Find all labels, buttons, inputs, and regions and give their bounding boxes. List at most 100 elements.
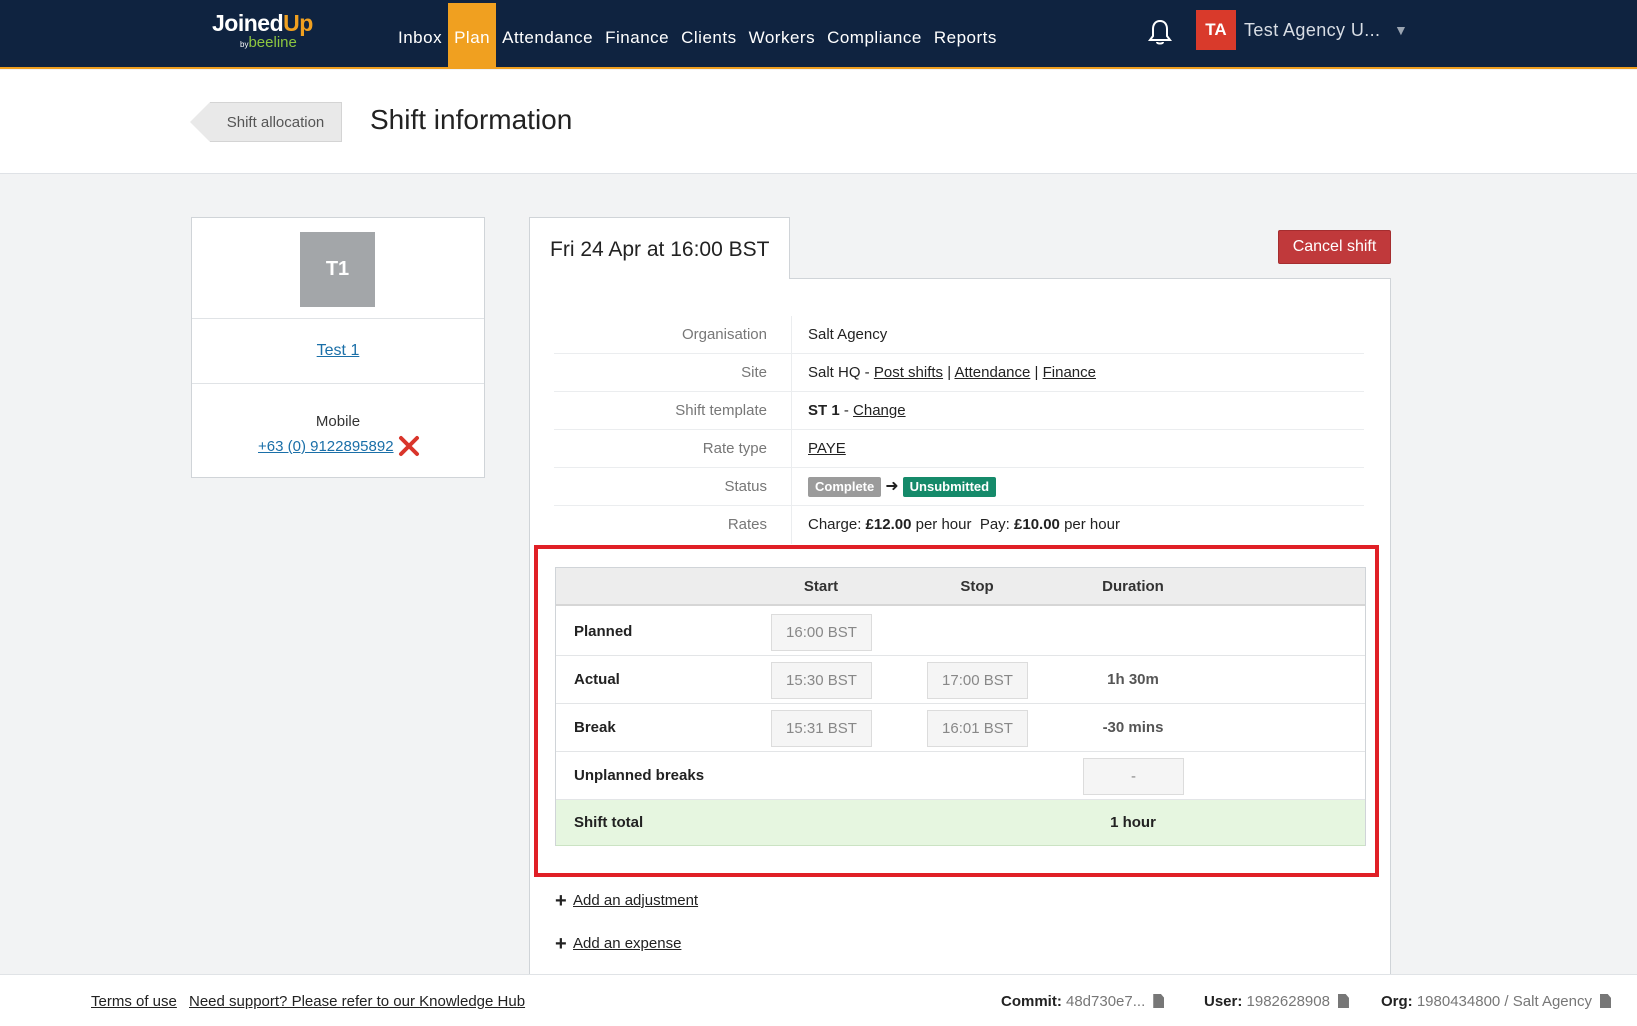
actual-start-input[interactable]: 15:30 BST [771, 662, 872, 699]
add-expense-link[interactable]: + Add an expense [555, 933, 681, 956]
breadcrumb-back[interactable]: Shift allocation [190, 102, 342, 142]
pay-label: Pay: [979, 516, 1015, 533]
status-label: Status [554, 468, 792, 506]
chevron-down-icon[interactable]: ▼ [1394, 22, 1408, 38]
page-footer: Terms of use Need support? Please refer … [0, 974, 1637, 1026]
site-name: Salt HQ - [808, 364, 874, 381]
nav-compliance[interactable]: Compliance [821, 3, 928, 69]
post-shifts-link[interactable]: Post shifts [874, 364, 943, 381]
commit-value: 48d730e7... [1066, 993, 1146, 1010]
break-label: Break [574, 719, 616, 736]
header-duration: Duration [1102, 578, 1164, 595]
break-stop-input[interactable]: 16:01 BST [927, 710, 1028, 747]
logo-up: Up [283, 10, 313, 36]
copy-document-icon[interactable] [1600, 994, 1611, 1008]
info-row-template: Shift template ST 1 - Change [554, 392, 1364, 430]
charge-label: Charge: [808, 516, 866, 533]
org-label: Org: [1381, 993, 1413, 1010]
nav-inbox[interactable]: Inbox [392, 3, 448, 69]
org-value: 1980434800 / Salt Agency [1416, 993, 1592, 1010]
user-label: User: [1204, 993, 1243, 1010]
nav-finance[interactable]: Finance [599, 3, 675, 69]
info-row-status: Status Complete ➜ Unsubmitted [554, 468, 1364, 506]
charge-unit: per hour [911, 516, 972, 533]
shift-date-title: Fri 24 Apr at 16:00 BST [550, 238, 770, 261]
actual-duration: 1h 30m [1107, 671, 1159, 688]
nav-attendance[interactable]: Attendance [496, 3, 599, 69]
divider [192, 383, 484, 384]
logo-beeline: beeline [248, 34, 297, 51]
plus-icon: + [555, 933, 567, 955]
times-table-header: Start Stop Duration [556, 568, 1365, 606]
breadcrumb-arrow-icon [190, 102, 210, 142]
add-adjustment-label[interactable]: Add an adjustment [573, 892, 698, 909]
finance-link[interactable]: Finance [1043, 364, 1096, 381]
nav-clients[interactable]: Clients [675, 3, 742, 69]
rate-type-label: Rate type [554, 430, 792, 468]
rates-label: Rates [554, 506, 792, 544]
cancel-shift-button[interactable]: Cancel shift [1278, 230, 1391, 264]
knowledge-hub-link[interactable]: Need support? Please refer to our Knowle… [189, 993, 525, 1010]
page-title: Shift information [370, 104, 573, 135]
break-duration: -30 mins [1102, 719, 1164, 736]
logo-wordmark: JoinedUp [212, 10, 332, 37]
arrow-right-icon: ➜ [885, 478, 899, 496]
change-template-link[interactable]: Change [853, 402, 906, 419]
joinedup-logo[interactable]: JoinedUp bybeeline [212, 10, 332, 54]
status-badge-unsubmitted: Unsubmitted [902, 477, 997, 498]
row-shift-total: Shift total 1 hour [556, 800, 1365, 846]
site-label: Site [554, 354, 792, 392]
rate-type-value: PAYE [808, 430, 846, 468]
user-info: User: 1982628908 [1204, 993, 1349, 1010]
logo-joined: Joined [212, 10, 284, 36]
user-avatar[interactable]: TA [1196, 10, 1236, 50]
worker-card: T1 Test 1 Mobile +63 (0) 9122895892 [191, 217, 485, 478]
shift-total-value: 1 hour [1110, 814, 1156, 831]
org-info: Org: 1980434800 / Salt Agency [1381, 993, 1611, 1010]
commit-label: Commit: [1001, 993, 1062, 1010]
user-value: 1982628908 [1246, 993, 1330, 1010]
copy-document-icon[interactable] [1153, 994, 1165, 1008]
worker-phone-link[interactable]: +63 (0) 9122895892 [258, 438, 394, 455]
planned-start-input[interactable]: 16:00 BST [771, 614, 872, 651]
template-value: ST 1 - Change [808, 392, 906, 430]
separator: | [943, 364, 955, 381]
divider [192, 318, 484, 319]
worker-name-link[interactable]: Test 1 [192, 342, 484, 360]
notification-bell-icon[interactable] [1148, 18, 1172, 46]
add-expense-label[interactable]: Add an expense [573, 935, 681, 952]
row-planned: Planned 16:00 BST [556, 608, 1365, 656]
user-menu-name[interactable]: Test Agency U... [1244, 20, 1380, 41]
rates-value: Charge: £12.00 per hour Pay: £10.00 per … [808, 506, 1120, 544]
unplanned-breaks-input[interactable]: - [1083, 758, 1184, 795]
pay-unit: per hour [1059, 516, 1120, 533]
main-menu: Inbox Plan Attendance Finance Clients Wo… [392, 3, 1003, 69]
actual-stop-input[interactable]: 17:00 BST [927, 662, 1028, 699]
nav-reports[interactable]: Reports [928, 3, 1003, 69]
header-stop: Stop [960, 578, 994, 595]
header-start: Start [803, 578, 839, 595]
shift-total-label: Shift total [574, 814, 644, 831]
top-navigation: JoinedUp bybeeline Inbox Plan Attendance… [0, 0, 1637, 69]
break-start-input[interactable]: 15:31 BST [771, 710, 872, 747]
nav-workers[interactable]: Workers [743, 3, 821, 69]
breadcrumb-label[interactable]: Shift allocation [210, 102, 342, 142]
unplanned-breaks-label: Unplanned breaks [574, 767, 705, 784]
rate-type-link[interactable]: PAYE [808, 440, 846, 457]
page-header: Shift allocation Shift information [0, 70, 1637, 174]
plus-icon: + [555, 890, 567, 912]
template-label: Shift template [554, 392, 792, 430]
copy-document-icon[interactable] [1337, 994, 1349, 1008]
shift-date-tab[interactable]: Fri 24 Apr at 16:00 BST [529, 217, 790, 279]
info-row-rates: Rates Charge: £12.00 per hour Pay: £10.0… [554, 506, 1364, 544]
organisation-value: Salt Agency [808, 326, 888, 343]
row-actual: Actual 15:30 BST 17:00 BST 1h 30m [556, 656, 1365, 704]
commit-info: Commit: 48d730e7... [1001, 993, 1165, 1010]
nav-plan[interactable]: Plan [448, 3, 497, 69]
add-adjustment-link[interactable]: + Add an adjustment [555, 890, 698, 913]
mobile-label: Mobile [315, 413, 361, 430]
attendance-link[interactable]: Attendance [954, 364, 1030, 381]
terms-of-use-link[interactable]: Terms of use [91, 993, 177, 1010]
unverified-cross-icon [398, 435, 420, 457]
charge-value: £12.00 [865, 516, 912, 533]
